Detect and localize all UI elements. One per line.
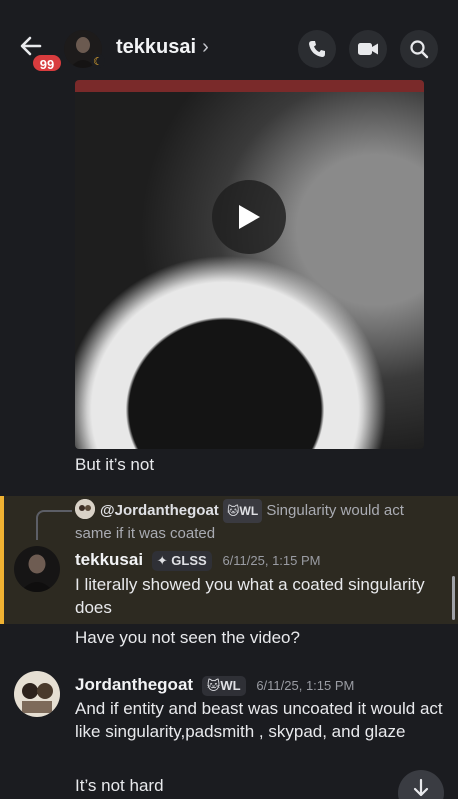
video-frame-edge	[75, 80, 424, 92]
message-text: I literally showed you what a coated sin…	[75, 575, 425, 617]
chat-header: 99 ☾ tekkusai ›	[0, 0, 458, 78]
video-camera-icon	[358, 43, 378, 55]
message-author[interactable]: Jordanthegoat 🐱WL 6/11/25, 1:15 PM	[75, 675, 354, 696]
unread-badge: 99	[31, 53, 63, 73]
message-caption: But it’s not	[75, 455, 155, 474]
call-button[interactable]	[298, 30, 336, 68]
video-attachment[interactable]	[75, 80, 424, 449]
phone-icon	[309, 41, 325, 57]
search-icon	[410, 40, 429, 59]
message-timestamp: 6/11/25, 1:15 PM	[222, 553, 321, 569]
play-button[interactable]	[212, 180, 286, 254]
reply-preview[interactable]: @Jordanthegoat 🐱WL Singularity would act…	[75, 499, 425, 545]
avatar[interactable]	[14, 671, 60, 717]
reply-avatar-image	[75, 499, 95, 519]
scrollbar[interactable]	[452, 576, 455, 620]
message-timestamp: 6/11/25, 1:15 PM	[256, 678, 355, 694]
chat-title-text: tekkusai	[116, 36, 197, 58]
avatar-image	[14, 546, 60, 592]
arrow-down-icon	[413, 778, 429, 797]
reply-username: @Jordanthegoat	[100, 501, 219, 519]
message-text: It’s not hard	[75, 776, 164, 795]
reply-avatar	[75, 499, 95, 519]
message-text: And if entity and beast was uncoated it …	[75, 699, 443, 741]
chevron-right-icon: ›	[202, 36, 209, 58]
avatar-image	[14, 671, 60, 717]
video-call-button[interactable]	[349, 30, 387, 68]
role-tag: 🐱WL	[201, 675, 246, 696]
chat-title[interactable]: tekkusai ›	[116, 36, 209, 59]
reply-role-tag: 🐱WL	[222, 499, 263, 523]
avatar[interactable]	[14, 546, 60, 592]
play-icon	[239, 205, 260, 229]
message-text: Have you not seen the video?	[75, 628, 300, 647]
message-author[interactable]: tekkusai ✦ GLSS 6/11/25, 1:15 PM	[75, 550, 320, 571]
idle-moon-icon: ☾	[91, 54, 105, 68]
role-tag: ✦ GLSS	[151, 550, 212, 571]
author-name: tekkusai	[75, 550, 144, 569]
jump-to-present-button[interactable]	[398, 770, 444, 799]
search-button[interactable]	[400, 30, 438, 68]
reply-connector	[36, 510, 72, 540]
author-name: Jordanthegoat	[75, 675, 194, 694]
